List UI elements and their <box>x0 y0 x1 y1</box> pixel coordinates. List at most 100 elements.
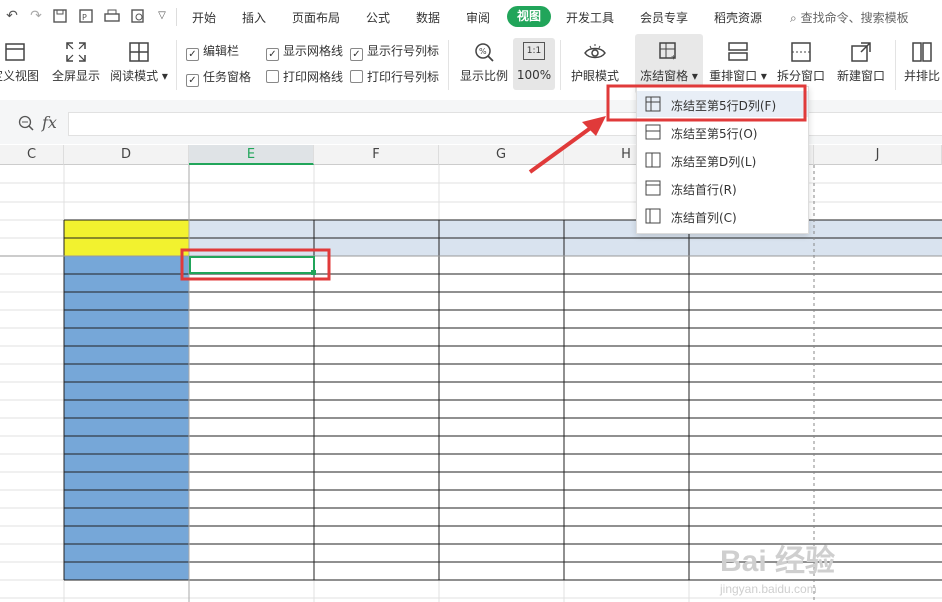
checkbox-icon: ✓ <box>266 48 279 61</box>
freeze-to-row5-col-d[interactable]: 冻结至第5行D列(F) <box>637 91 808 117</box>
freeze-item-label: 冻结至第D列(L) <box>671 155 757 169</box>
freeze-to-row5[interactable]: 冻结至第5行(O) <box>637 119 808 145</box>
export-icon[interactable]: P <box>78 8 94 24</box>
freeze-first-row[interactable]: 冻结首行(R) <box>637 175 808 201</box>
watermark-url: jingyan.baidu.com <box>719 582 817 596</box>
custom-view-icon <box>5 43 25 61</box>
checkbox-show-gridlines[interactable]: ✓ 显示网格线 <box>266 42 343 61</box>
reading-mode-label: 阅读模式 ▾ <box>110 69 168 83</box>
new-window-button[interactable]: 新建窗口 <box>832 34 890 94</box>
svg-text:*: * <box>671 54 676 64</box>
menu-formula[interactable]: 公式 <box>366 9 390 26</box>
print-preview-icon[interactable] <box>130 8 146 24</box>
menu-page-layout[interactable]: 页面布局 <box>292 9 340 26</box>
menu-view[interactable]: 视图 <box>507 6 551 27</box>
column-header-g[interactable]: G <box>439 145 564 165</box>
column-header-d[interactable]: D <box>64 145 189 165</box>
redo-icon[interactable]: ↷ <box>28 8 44 24</box>
search-icon: ⌕ <box>790 11 797 25</box>
split-icon <box>791 42 811 62</box>
divider <box>560 40 561 90</box>
column-header-e[interactable]: E <box>189 145 314 165</box>
freeze-panes-dropdown: 冻结至第5行D列(F) 冻结至第5行(O) 冻结至第D列(L) 冻结首行(R) … <box>636 86 809 234</box>
split-label: 拆分窗口 <box>776 69 825 83</box>
undo-icon[interactable]: ↶ <box>4 8 20 24</box>
divider <box>176 40 177 90</box>
search-box[interactable]: ⌕ 查找命令、搜索模板 <box>790 9 909 26</box>
new-window-label: 新建窗口 <box>836 69 885 83</box>
save-icon[interactable] <box>52 8 68 24</box>
menu-review[interactable]: 审阅 <box>466 9 490 26</box>
reading-mode-button[interactable]: 阅读模式 ▾ <box>108 34 170 94</box>
freeze-item-label: 冻结至第5行(O) <box>671 127 758 141</box>
zoom-ratio-button[interactable]: % 显示比例 <box>456 34 512 94</box>
freeze-panes-label: 冻结窗格 ▾ <box>640 69 698 83</box>
eye-mode-button[interactable]: 护眼模式 <box>566 34 624 94</box>
zoom-100-label: 100% <box>516 68 552 82</box>
freeze-first-row-icon <box>645 180 661 196</box>
custom-view-button[interactable]: 定义视图 <box>0 34 44 94</box>
zoom-icon: % <box>475 43 494 62</box>
freeze-panes-icon: * <box>659 42 676 64</box>
divider <box>448 40 449 90</box>
checkbox-icon <box>266 70 279 83</box>
side-by-side-button[interactable]: 并排比 <box>900 34 942 94</box>
zoom-100-button[interactable]: 1:1 100% <box>513 38 555 90</box>
column-header-f[interactable]: F <box>314 145 439 165</box>
checkbox-task-pane[interactable]: ✓ 任务窗格 <box>186 68 251 87</box>
custom-view-label: 定义视图 <box>0 69 39 83</box>
side-by-side-label: 并排比 <box>903 69 940 83</box>
freeze-to-col-d[interactable]: 冻结至第D列(L) <box>637 147 808 173</box>
rearrange-icon <box>728 42 748 61</box>
checkbox-print-headers[interactable]: 打印行号列标 <box>350 68 439 85</box>
zoom-out-icon[interactable] <box>18 115 34 131</box>
freeze-panes-button[interactable]: * 冻结窗格 ▾ <box>635 34 703 94</box>
checkbox-icon <box>350 70 363 83</box>
svg-text:P: P <box>82 13 87 22</box>
fx-icon[interactable]: fx <box>42 113 57 132</box>
fullscreen-icon <box>66 42 86 62</box>
print-icon[interactable] <box>104 8 120 24</box>
more-dropdown-icon[interactable]: ▽ <box>154 8 170 24</box>
column-header-j[interactable]: J <box>814 145 942 165</box>
freeze-item-label: 冻结至第5行D列(F) <box>671 99 777 113</box>
freeze-item-label: 冻结首行(R) <box>671 183 737 197</box>
new-window-icon <box>851 42 871 62</box>
eye-mode-label: 护眼模式 <box>570 69 619 83</box>
menu-member[interactable]: 会员专享 <box>640 9 688 26</box>
menu-docer[interactable]: 稻壳资源 <box>714 9 762 26</box>
fullscreen-label: 全屏显示 <box>51 69 100 83</box>
search-placeholder: 查找命令、搜索模板 <box>800 11 909 25</box>
zoom-ratio-label: 显示比例 <box>459 69 508 83</box>
watermark-logo: Bai 经验 <box>720 544 835 578</box>
fullscreen-button[interactable]: 全屏显示 <box>48 34 104 94</box>
checkbox-icon: ✓ <box>186 74 199 87</box>
menu-data[interactable]: 数据 <box>416 9 440 26</box>
reading-mode-icon <box>129 42 149 62</box>
split-window-button[interactable]: 拆分窗口 <box>772 34 830 94</box>
freeze-first-column[interactable]: 冻结首列(C) <box>637 203 808 229</box>
rearrange-window-button[interactable]: 重排窗口 ▾ <box>706 34 770 94</box>
checkbox-print-gridlines[interactable]: 打印网格线 <box>266 68 343 85</box>
selected-cell <box>189 256 315 274</box>
menu-developer[interactable]: 开发工具 <box>566 9 614 26</box>
freeze-column-icon <box>645 152 661 168</box>
rearrange-label: 重排窗口 ▾ <box>709 69 767 83</box>
eye-icon <box>584 44 606 59</box>
formula-input[interactable] <box>68 112 942 136</box>
svg-text:%: % <box>479 47 487 56</box>
checkbox-formula-bar[interactable]: ✓ 编辑栏 <box>186 42 239 61</box>
freeze-item-label: 冻结首列(C) <box>671 211 737 225</box>
side-by-side-icon <box>912 42 932 62</box>
checkbox-icon: ✓ <box>186 48 199 61</box>
fill-handle <box>311 270 316 275</box>
column-header-c[interactable]: C <box>0 145 64 165</box>
menu-insert[interactable]: 插入 <box>242 9 266 26</box>
menu-start[interactable]: 开始 <box>192 9 216 26</box>
freeze-cell-icon <box>645 96 661 112</box>
checkbox-show-headers[interactable]: ✓ 显示行号列标 <box>350 42 439 61</box>
freeze-row-icon <box>645 124 661 140</box>
zoom-100-icon: 1:1 <box>523 42 545 60</box>
freeze-first-column-icon <box>645 208 661 224</box>
divider <box>895 40 896 90</box>
